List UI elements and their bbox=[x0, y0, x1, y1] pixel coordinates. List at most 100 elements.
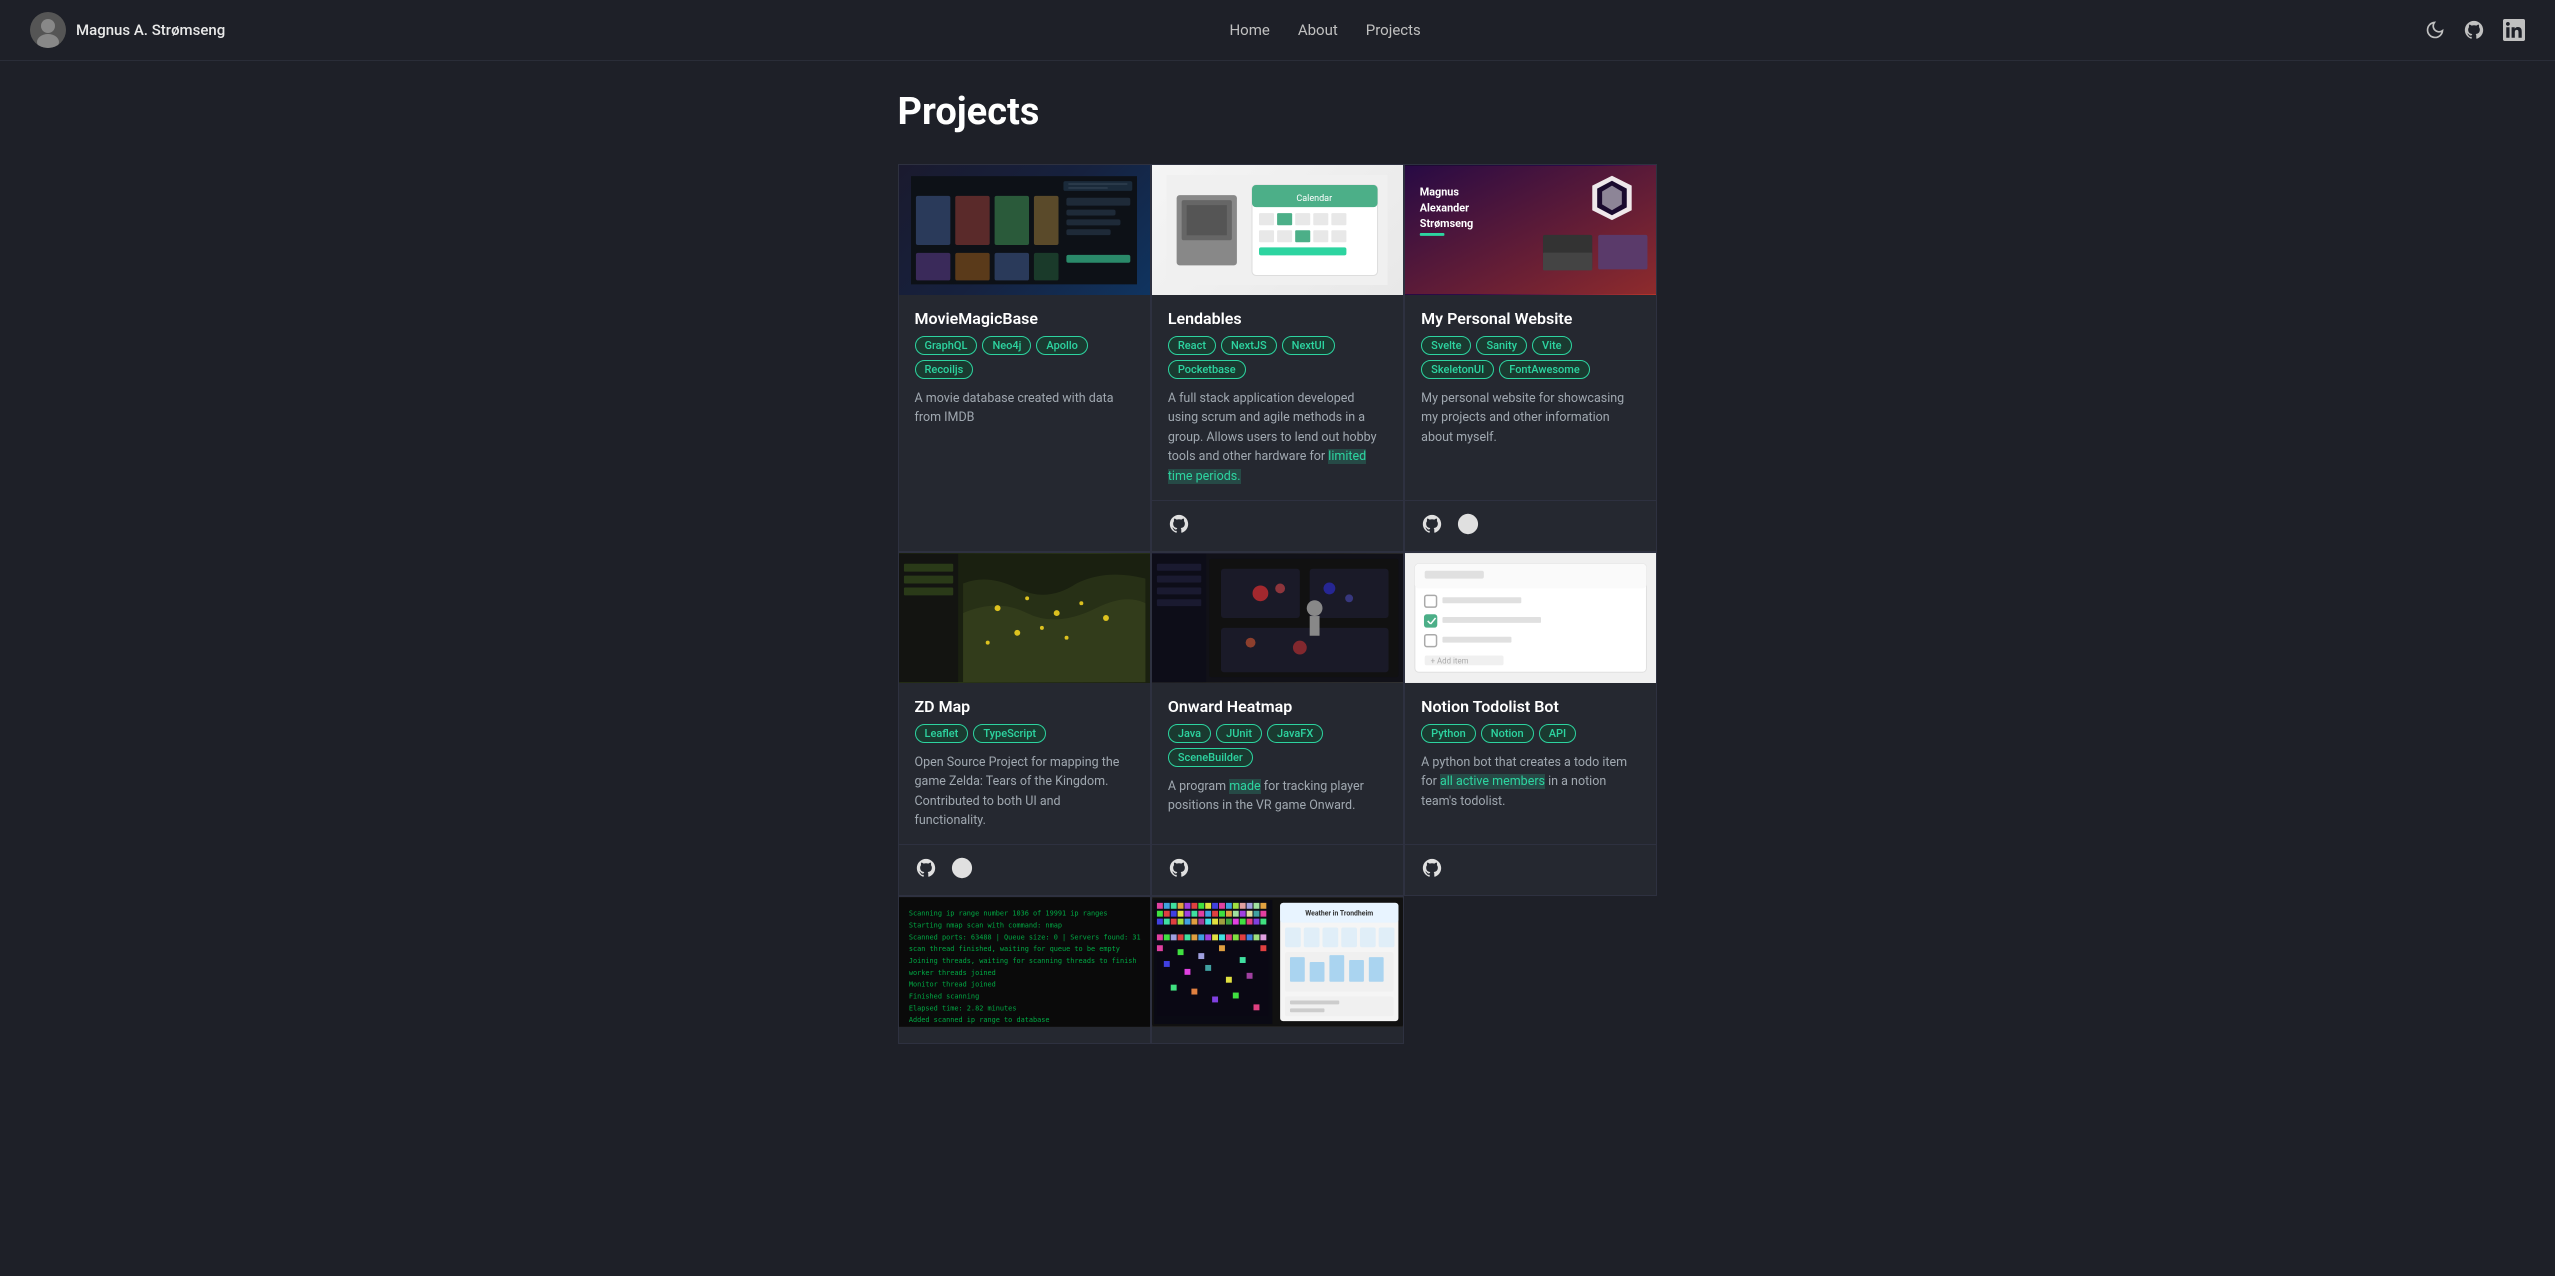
tag-notion: Notion bbox=[1481, 724, 1534, 743]
page-title: Projects bbox=[898, 90, 1658, 134]
lendables-image-visual: Calendar bbox=[1164, 175, 1390, 286]
linkedin-nav-button[interactable] bbox=[2503, 19, 2525, 41]
project-links-website bbox=[1405, 500, 1656, 535]
nav-about-link[interactable]: About bbox=[1298, 21, 1338, 39]
project-desc-website: My personal website for showcasing my pr… bbox=[1421, 389, 1640, 486]
project-links-lendables bbox=[1152, 500, 1403, 535]
tag-scenebuilder: SceneBuilder bbox=[1168, 748, 1253, 767]
network-image-visual: Scanning ip range number 1036 of 19991 i… bbox=[899, 897, 1150, 1027]
tag-junit: JUnit bbox=[1216, 724, 1262, 743]
tag-recoiljs: Recoiljs bbox=[915, 360, 974, 379]
project-image-lendables: Calendar bbox=[1152, 165, 1403, 295]
project-card-zdmap: ZD Map Leaflet TypeScript Open Source Pr… bbox=[898, 552, 1151, 897]
project-image-website: Magnus Alexander Strømseng bbox=[1405, 165, 1656, 295]
tag-nextui: NextUI bbox=[1282, 336, 1335, 355]
svg-text:Elapsed time: 2.82 minutes: Elapsed time: 2.82 minutes bbox=[908, 1005, 1016, 1013]
project-tags-notion: Python Notion API bbox=[1421, 724, 1640, 743]
project-desc-movie: A movie database created with data from … bbox=[915, 389, 1134, 535]
tag-graphql: GraphQL bbox=[915, 336, 978, 355]
svg-text:Strømseng: Strømseng bbox=[1420, 217, 1473, 230]
tag-sanity: Sanity bbox=[1476, 336, 1527, 355]
svg-text:Weather in Trondheim: Weather in Trondheim bbox=[1305, 910, 1373, 918]
github-link-website[interactable] bbox=[1421, 513, 1443, 535]
project-image-notion: + Add item bbox=[1405, 553, 1656, 683]
project-links-notion bbox=[1405, 844, 1656, 879]
globe-icon-zdmap bbox=[951, 857, 973, 879]
project-card-notion: + Add item Notion Todolist Bot Python No… bbox=[1404, 552, 1657, 897]
avatar bbox=[30, 12, 66, 48]
project-content-website: My Personal Website Svelte Sanity Vite S… bbox=[1405, 295, 1656, 486]
svg-text:+ Add item: + Add item bbox=[1431, 656, 1469, 665]
project-desc-lendables: A full stack application developed using… bbox=[1168, 389, 1387, 486]
notion-image-visual: + Add item bbox=[1405, 553, 1656, 683]
project-image-network: Scanning ip range number 1036 of 19991 i… bbox=[899, 897, 1150, 1027]
moon-icon bbox=[2425, 20, 2445, 40]
github-nav-button[interactable] bbox=[2463, 19, 2485, 41]
navbar: Magnus A. Strømseng Home About Projects bbox=[0, 0, 2555, 61]
github-link-lendables[interactable] bbox=[1168, 513, 1190, 535]
tag-pocketbase: Pocketbase bbox=[1168, 360, 1246, 379]
project-content-lendables: Lendables React NextJS NextUI Pocketbase… bbox=[1152, 295, 1403, 486]
project-content-movie: MovieMagicBase GraphQL Neo4j Apollo Reco… bbox=[899, 295, 1150, 535]
nav-icon-group bbox=[2425, 19, 2525, 41]
project-content-zdmap: ZD Map Leaflet TypeScript Open Source Pr… bbox=[899, 683, 1150, 831]
project-title-heatmap: Onward Heatmap bbox=[1168, 697, 1387, 716]
tag-leaflet: Leaflet bbox=[915, 724, 969, 743]
project-title-website: My Personal Website bbox=[1421, 309, 1640, 328]
project-tags-website: Svelte Sanity Vite SkeletonUI FontAwesom… bbox=[1421, 336, 1640, 379]
project-desc-notion: A python bot that creates a todo item fo… bbox=[1421, 753, 1640, 831]
nav-home-link[interactable]: Home bbox=[1229, 21, 1269, 39]
project-tags-zdmap: Leaflet TypeScript bbox=[915, 724, 1134, 743]
project-tags-heatmap: Java JUnit JavaFX SceneBuilder bbox=[1168, 724, 1387, 767]
github-link-zdmap[interactable] bbox=[915, 857, 937, 879]
github-icon-heatmap bbox=[1168, 857, 1190, 879]
github-icon-lendables bbox=[1168, 513, 1190, 535]
project-tags-lendables: React NextJS NextUI Pocketbase bbox=[1168, 336, 1387, 379]
tag-svelte: Svelte bbox=[1421, 336, 1471, 355]
tag-skeletonui: SkeletonUI bbox=[1421, 360, 1494, 379]
tag-nextjs: NextJS bbox=[1221, 336, 1277, 355]
svg-text:Alexander: Alexander bbox=[1420, 201, 1469, 214]
project-image-heatmap bbox=[1152, 553, 1403, 683]
dark-mode-toggle[interactable] bbox=[2425, 20, 2445, 40]
project-card-network: Scanning ip range number 1036 of 19991 i… bbox=[898, 896, 1151, 1044]
svg-text:Joining threads, waiting for s: Joining threads, waiting for scanning th… bbox=[908, 957, 1136, 965]
svg-text:Added scanned ip range to data: Added scanned ip range to database bbox=[908, 1016, 1049, 1024]
project-title-notion: Notion Todolist Bot bbox=[1421, 697, 1640, 716]
project-desc-heatmap: A program made for tracking player posit… bbox=[1168, 777, 1387, 831]
globe-link-zdmap[interactable] bbox=[951, 857, 973, 879]
tag-apollo: Apollo bbox=[1036, 336, 1087, 355]
svg-text:Starting nmap scan with comman: Starting nmap scan with command: nmap bbox=[908, 922, 1061, 930]
svg-text:Finished scanning: Finished scanning bbox=[908, 993, 978, 1001]
github-icon-notion bbox=[1421, 857, 1443, 879]
website-image-visual: Magnus Alexander Strømseng bbox=[1405, 165, 1656, 295]
linkedin-nav-icon bbox=[2503, 19, 2525, 41]
github-link-notion[interactable] bbox=[1421, 857, 1443, 879]
svg-text:Calendar: Calendar bbox=[1297, 194, 1333, 204]
project-desc-zdmap: Open Source Project for mapping the game… bbox=[915, 753, 1134, 831]
container: Projects bbox=[878, 90, 1678, 1044]
nav-owner-name: Magnus A. Strømseng bbox=[76, 21, 225, 39]
project-tags-movie: GraphQL Neo4j Apollo Recoiljs bbox=[915, 336, 1134, 379]
main-content: Projects bbox=[0, 0, 2555, 1104]
project-card-movie: MovieMagicBase GraphQL Neo4j Apollo Reco… bbox=[898, 164, 1151, 552]
svg-text:scan thread finished, waiting: scan thread finished, waiting for queue … bbox=[908, 946, 1119, 954]
project-title-lendables: Lendables bbox=[1168, 309, 1387, 328]
project-links-heatmap bbox=[1152, 844, 1403, 879]
tag-typescript: TypeScript bbox=[973, 724, 1046, 743]
heatmap-image-visual bbox=[1152, 553, 1403, 683]
svg-text:Monitor thread joined: Monitor thread joined bbox=[908, 981, 995, 989]
github-nav-icon bbox=[2463, 19, 2485, 41]
nav-projects-link[interactable]: Projects bbox=[1366, 21, 1421, 39]
github-icon-zdmap bbox=[915, 857, 937, 879]
project-card-weather: Weather in Trondheim bbox=[1151, 896, 1404, 1044]
project-content-heatmap: Onward Heatmap Java JUnit JavaFX SceneBu… bbox=[1152, 683, 1403, 831]
tag-javafx: JavaFX bbox=[1267, 724, 1323, 743]
tag-vite: Vite bbox=[1532, 336, 1571, 355]
tag-api: API bbox=[1539, 724, 1576, 743]
nav-left: Magnus A. Strømseng bbox=[30, 12, 225, 48]
github-link-heatmap[interactable] bbox=[1168, 857, 1190, 879]
nav-links: Home About Projects bbox=[1229, 21, 1420, 39]
project-image-weather: Weather in Trondheim bbox=[1152, 897, 1403, 1027]
globe-link-website[interactable] bbox=[1457, 513, 1479, 535]
